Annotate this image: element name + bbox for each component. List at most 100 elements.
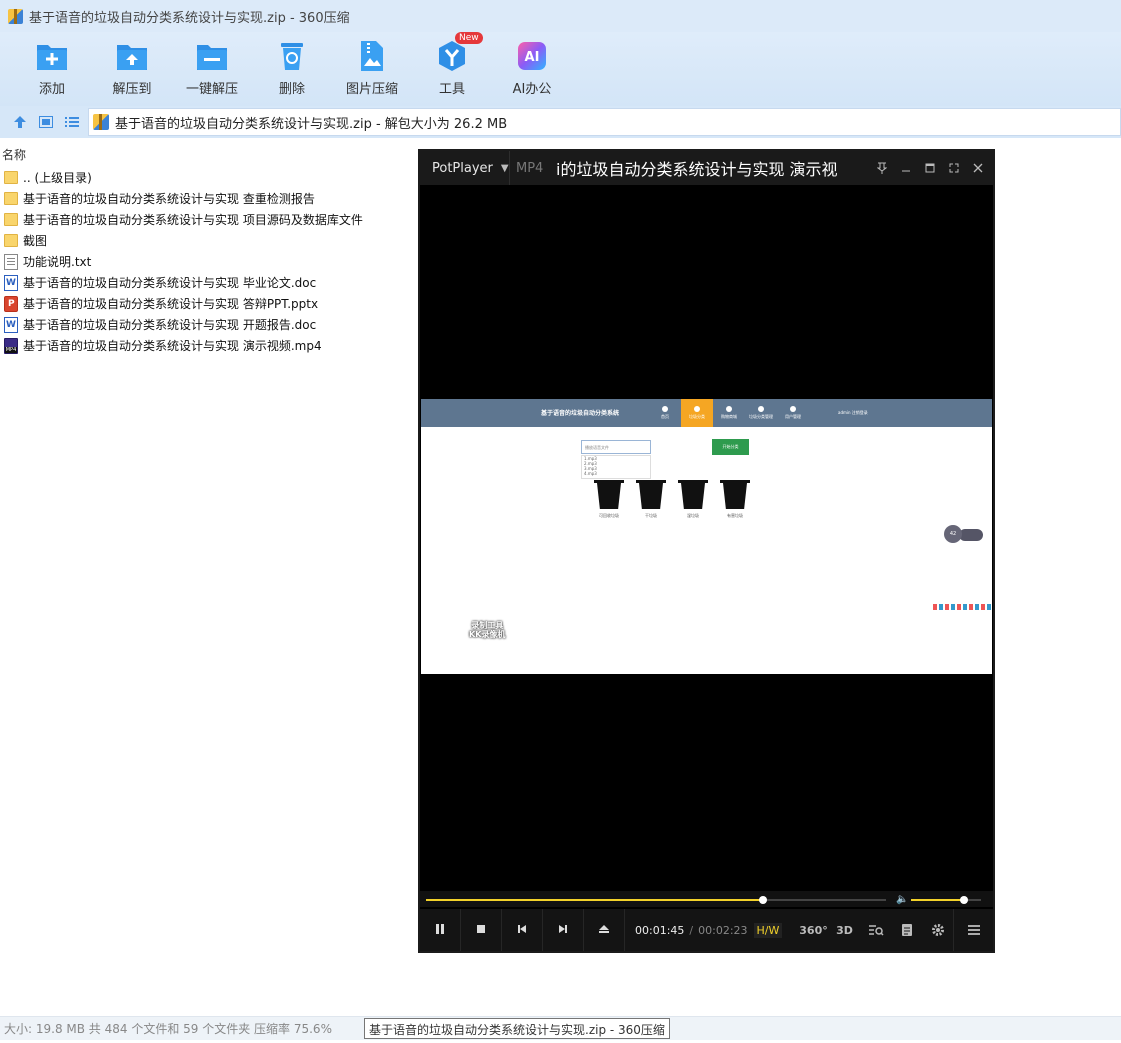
video-menu-item: 购物商城 [713, 399, 745, 427]
minimize-icon[interactable] [897, 159, 915, 177]
add-label: 添加 [38, 82, 65, 97]
video-menu-item: 用户管理 [777, 399, 809, 427]
video-file-icon [4, 337, 18, 354]
video-site-navbar: 基于语音的垃圾自动分类系统 首页 垃圾分类 购物商城 垃圾分类管理 用户管理 a… [421, 399, 992, 427]
current-time: 00:01:45 [635, 923, 685, 937]
next-button[interactable] [543, 909, 584, 951]
skip-previous-icon [517, 923, 527, 937]
video-watermark: 录制工具 KK录像机 [469, 621, 506, 639]
zip-archive-icon [8, 8, 23, 24]
pin-icon[interactable] [873, 159, 891, 177]
video-site-title: 基于语音的垃圾自动分类系统 [541, 410, 620, 417]
list-item[interactable]: 截图 [4, 230, 424, 251]
user-icon [790, 406, 796, 412]
file-name: 截图 [23, 234, 48, 248]
folder-icon [4, 213, 18, 226]
list-item[interactable]: 基于语音的垃圾自动分类系统设计与实现 毕业论文.doc [4, 272, 424, 293]
tools-button[interactable]: New 工具 [412, 32, 492, 106]
address-bar: 基于语音的垃圾自动分类系统设计与实现.zip - 解包大小为 26.2 MB [0, 106, 1121, 138]
ai-office-icon: AI [515, 39, 549, 73]
potplayer-window[interactable]: PotPlayer ▼ MP4 i的垃圾自动分类系统设计与实现 演示视 基于语音… [418, 149, 995, 953]
previous-button[interactable] [502, 909, 543, 951]
video-menu-item: 首页 [649, 399, 681, 427]
ai-office-button[interactable]: AI AI办公 [492, 32, 572, 106]
list-item[interactable]: 基于语音的垃圾自动分类系统设计与实现 开题报告.doc [4, 314, 424, 335]
volume-slider[interactable] [911, 896, 981, 904]
up-arrow-icon[interactable] [7, 109, 33, 135]
volume-icon[interactable]: 🔈 [896, 894, 908, 905]
maximize-icon[interactable] [921, 159, 939, 177]
file-name: 基于语音的垃圾自动分类系统设计与实现 毕业论文.doc [23, 276, 317, 290]
cart-icon [726, 406, 732, 412]
video-frame[interactable]: 基于语音的垃圾自动分类系统 首页 垃圾分类 购物商城 垃圾分类管理 用户管理 a… [421, 399, 992, 674]
seek-bar[interactable] [426, 896, 886, 904]
extract-to-icon [115, 39, 149, 73]
video-classify-button: 开始分类 [712, 439, 749, 455]
file-name: 基于语音的垃圾自动分类系统设计与实现 项目源码及数据库文件 [23, 213, 363, 227]
pause-button[interactable] [420, 909, 461, 951]
stop-button[interactable] [461, 909, 502, 951]
video-menu-item: 垃圾分类 [681, 399, 713, 427]
delete-label: 删除 [278, 82, 305, 97]
player-titlebar[interactable]: PotPlayer ▼ MP4 i的垃圾自动分类系统设计与实现 演示视 [420, 151, 993, 185]
ai-office-label: AI办公 [512, 82, 552, 97]
file-name: 功能说明.txt [23, 255, 92, 269]
vr-360-button[interactable]: 360° [798, 909, 829, 951]
video-audio-select: 播放语音文件 [581, 440, 651, 454]
list-item[interactable]: 基于语音的垃圾自动分类系统设计与实现 答辩PPT.pptx [4, 293, 424, 314]
gear-icon[interactable] [922, 909, 953, 951]
trash-bin-icon: 有害垃圾 [720, 480, 750, 519]
video-site-menu: 首页 垃圾分类 购物商城 垃圾分类管理 用户管理 [649, 399, 809, 427]
seek-handle[interactable] [759, 896, 768, 904]
player-menu-button[interactable]: PotPlayer ▼ [420, 151, 510, 185]
video-tray-icons [933, 604, 991, 610]
list-item[interactable]: 基于语音的垃圾自动分类系统设计与实现 演示视频.mp4 [4, 335, 424, 356]
column-header-name[interactable]: 名称 [0, 146, 420, 164]
list-item[interactable]: .. (上级目录) [4, 167, 424, 188]
taskbar-tooltip: 基于语音的垃圾自动分类系统设计与实现.zip - 360压缩 [364, 1018, 670, 1039]
image-compress-button[interactable]: 图片压缩 [332, 32, 412, 106]
fullscreen-icon[interactable] [945, 159, 963, 177]
powerpoint-icon [4, 295, 18, 312]
thumbnail-view-icon[interactable] [33, 109, 59, 135]
file-name: 基于语音的垃圾自动分类系统设计与实现 演示视频.mp4 [23, 339, 322, 353]
svg-text:AI: AI [525, 50, 540, 65]
hamburger-menu-icon[interactable] [953, 909, 993, 951]
hw-decoder-badge[interactable]: H/W [753, 922, 783, 938]
document-icon [694, 406, 700, 412]
3d-button[interactable]: 3D [829, 909, 860, 951]
file-name: 基于语音的垃圾自动分类系统设计与实现 开题报告.doc [23, 318, 317, 332]
word-doc-icon [4, 316, 18, 333]
file-name: 基于语音的垃圾自动分类系统设计与实现 查重检测报告 [23, 192, 315, 206]
eject-button[interactable] [584, 909, 625, 951]
quick-extract-icon [195, 39, 229, 73]
playlist-search-icon[interactable] [860, 909, 891, 951]
extract-to-label: 解压到 [112, 82, 152, 97]
address-path: 基于语音的垃圾自动分类系统设计与实现.zip - 解包大小为 26.2 MB [115, 116, 508, 132]
list-item[interactable]: 基于语音的垃圾自动分类系统设计与实现 项目源码及数据库文件 [4, 209, 424, 230]
time-display: 00:01:45 / 00:02:23 H/W [625, 922, 783, 938]
video-badge: 42 [944, 525, 962, 543]
folder-icon [4, 234, 18, 247]
chevron-down-icon: ▼ [500, 162, 509, 174]
address-field[interactable]: 基于语音的垃圾自动分类系统设计与实现.zip - 解包大小为 26.2 MB [88, 108, 1121, 136]
window-title: 基于语音的垃圾自动分类系统设计与实现.zip - 360压缩 [29, 10, 350, 26]
player-brand: PotPlayer [432, 160, 493, 176]
pause-icon [435, 923, 445, 938]
volume-handle[interactable] [959, 896, 968, 904]
image-compress-label: 图片压缩 [345, 82, 398, 97]
quick-extract-button[interactable]: 一键解压 [172, 32, 252, 106]
list-item[interactable]: 基于语音的垃圾自动分类系统设计与实现 查重检测报告 [4, 188, 424, 209]
file-list: .. (上级目录) 基于语音的垃圾自动分类系统设计与实现 查重检测报告 基于语音… [4, 167, 424, 356]
subtitle-icon[interactable] [891, 909, 922, 951]
video-audio-options: 1.mp3 2.mp3 3.mp3 4.mp3 [581, 455, 651, 479]
trash-bin-icon: 干垃圾 [636, 480, 666, 519]
close-icon[interactable] [969, 159, 987, 177]
delete-button[interactable]: 删除 [252, 32, 332, 106]
extract-to-button[interactable]: 解压到 [92, 32, 172, 106]
list-item[interactable]: 功能说明.txt [4, 251, 424, 272]
video-menu-item: 垃圾分类管理 [745, 399, 777, 427]
time-separator: / [689, 923, 694, 937]
add-button[interactable]: 添加 [12, 32, 92, 106]
list-view-icon[interactable] [59, 109, 85, 135]
